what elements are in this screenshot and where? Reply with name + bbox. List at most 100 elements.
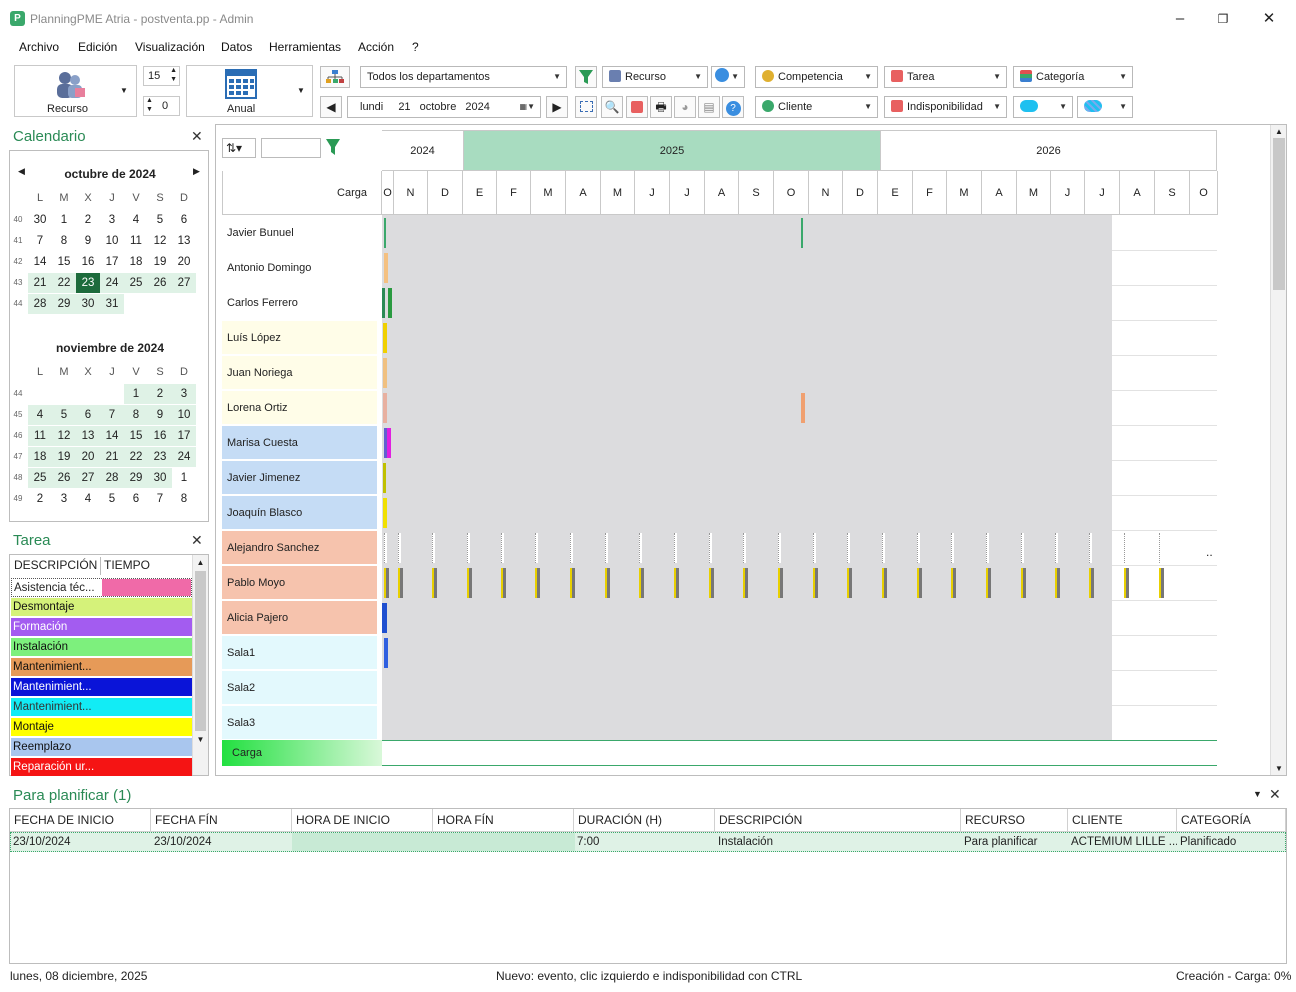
task-bar[interactable] xyxy=(1089,533,1092,563)
annual-view-button[interactable]: Anual ▼ xyxy=(186,65,313,117)
task-bar[interactable] xyxy=(387,428,391,458)
task-bar[interactable] xyxy=(813,533,816,563)
spinner-arrows-icon[interactable]: ▲ ▼ xyxy=(146,96,153,114)
resource-row-label[interactable]: Lorena Ortiz xyxy=(222,391,377,425)
maximize-button[interactable]: ❐ xyxy=(1208,8,1238,30)
menu-visualizacion[interactable]: Visualización xyxy=(135,40,205,54)
task-bar[interactable] xyxy=(813,568,818,598)
calendar-day[interactable]: 2 xyxy=(76,210,100,230)
calendar-day[interactable]: 1 xyxy=(52,210,76,230)
calendar-day[interactable]: 3 xyxy=(100,210,124,230)
task-bar[interactable] xyxy=(1089,568,1094,598)
calendar-day[interactable]: 18 xyxy=(28,447,52,467)
task-bar[interactable] xyxy=(847,533,850,563)
task-bar[interactable] xyxy=(432,568,437,598)
spinner-arrows-icon[interactable]: ▲ ▼ xyxy=(170,66,177,84)
competence-select[interactable]: Competencia ▼ xyxy=(755,66,878,88)
calendar-day[interactable]: 4 xyxy=(76,489,100,509)
calendar-day[interactable]: 1 xyxy=(124,384,148,404)
calendar-day[interactable]: 12 xyxy=(52,426,76,446)
task-bar[interactable] xyxy=(1159,533,1162,563)
table-column-header[interactable]: CATEGORÍA xyxy=(1177,809,1286,831)
task-bar[interactable] xyxy=(639,533,642,563)
calendar-day[interactable]: 19 xyxy=(148,252,172,272)
menu-edicion[interactable]: Edición xyxy=(78,40,117,54)
calendar-day[interactable]: 6 xyxy=(76,405,100,425)
gantt-search-input[interactable] xyxy=(261,138,321,158)
calendar-day[interactable]: 11 xyxy=(124,231,148,251)
zoom-spinner-top[interactable]: 15 ▲ ▼ xyxy=(143,66,180,86)
calendar-day[interactable]: 15 xyxy=(52,252,76,272)
menu-herramientas[interactable]: Herramientas xyxy=(269,40,341,54)
calendar-day[interactable]: 7 xyxy=(100,405,124,425)
calendar-day[interactable]: 20 xyxy=(172,252,196,272)
table-column-header[interactable]: DESCRIPCIÓN xyxy=(715,809,961,831)
calendar-day[interactable]: 26 xyxy=(148,273,172,293)
table-column-header[interactable]: FECHA DE INICIO xyxy=(10,809,151,831)
calendar-add-icon[interactable] xyxy=(626,96,648,118)
table-column-header[interactable]: FECHA FÍN xyxy=(151,809,292,831)
task-bar[interactable] xyxy=(986,568,991,598)
calendar-day[interactable]: 13 xyxy=(76,426,100,446)
close-calendar-panel-icon[interactable]: ✕ xyxy=(191,128,203,145)
task-bar[interactable] xyxy=(384,568,389,598)
resource-row-label[interactable]: Luís López xyxy=(222,321,377,355)
task-bar[interactable] xyxy=(382,603,387,633)
minimize-button[interactable]: – xyxy=(1165,8,1195,30)
task-bar[interactable] xyxy=(383,393,387,423)
resource-row-label[interactable]: Alicia Pajero xyxy=(222,601,377,635)
list-item[interactable]: Formación xyxy=(11,618,192,637)
task-bar[interactable] xyxy=(382,288,385,318)
task-bar[interactable] xyxy=(501,568,506,598)
resource-view-button[interactable]: Recurso ▼ xyxy=(14,65,137,117)
list-item[interactable]: Asistencia téc... xyxy=(11,578,192,597)
help-icon[interactable]: ? xyxy=(722,96,744,118)
task-bar[interactable] xyxy=(801,218,803,248)
resource-row-label[interactable]: Alejandro Sanchez xyxy=(222,531,377,565)
list-item[interactable]: Mantenimient... xyxy=(11,678,192,697)
list-item[interactable]: Mantenimient... xyxy=(11,698,192,717)
list-item[interactable]: Reemplazo xyxy=(11,738,192,757)
resource-filter-select[interactable]: Recurso ▼ xyxy=(602,66,708,88)
calendar-day[interactable]: 23 xyxy=(76,273,100,293)
task-bar[interactable] xyxy=(778,568,783,598)
close-window-button[interactable]: ✕ xyxy=(1254,8,1284,30)
list-item[interactable]: Instalación xyxy=(11,638,192,657)
task-bar[interactable] xyxy=(535,568,540,598)
table-column-header[interactable]: CLIENTE xyxy=(1068,809,1177,831)
task-bar[interactable] xyxy=(743,568,748,598)
calendar-day[interactable]: 24 xyxy=(100,273,124,293)
print-icon[interactable]: 🖶 xyxy=(650,96,672,118)
task-bar[interactable] xyxy=(951,533,954,563)
task-bar[interactable] xyxy=(432,533,435,563)
unavailability-select[interactable]: Indisponibilidad ▼ xyxy=(884,96,1007,118)
task-bar[interactable] xyxy=(1124,568,1129,598)
calendar-day[interactable]: 23 xyxy=(148,447,172,467)
task-bar[interactable] xyxy=(674,533,677,563)
calendar-day[interactable]: 27 xyxy=(76,468,100,488)
resource-row-label[interactable]: Javier Bunuel xyxy=(222,216,377,250)
calendar-day[interactable]: 15 xyxy=(124,426,148,446)
calendar-day[interactable]: 28 xyxy=(28,294,52,314)
excel-export-icon[interactable]: ▤ xyxy=(698,96,720,118)
task-bar[interactable] xyxy=(917,533,920,563)
calendar-day[interactable]: 6 xyxy=(172,210,196,230)
calendar-day[interactable]: 14 xyxy=(100,426,124,446)
calendar-day[interactable]: 8 xyxy=(124,405,148,425)
task-bar[interactable] xyxy=(847,568,852,598)
task-bar[interactable] xyxy=(383,463,386,493)
toggle-select-1[interactable]: ▼ xyxy=(1013,96,1073,118)
list-item[interactable]: Mantenimient... xyxy=(11,658,192,677)
list-item[interactable]: Reparación ur... xyxy=(11,758,192,777)
pie-chart-icon[interactable]: ◕ xyxy=(674,96,696,118)
hierarchy-icon[interactable] xyxy=(320,66,350,88)
task-bar[interactable] xyxy=(605,533,608,563)
calendar-day[interactable]: 17 xyxy=(172,426,196,446)
table-column-header[interactable]: HORA DE INICIO xyxy=(292,809,433,831)
calendar-day[interactable]: 5 xyxy=(148,210,172,230)
department-select[interactable]: Todos los departamentos ▼ xyxy=(360,66,567,88)
resource-row-label[interactable]: Juan Noriega xyxy=(222,356,377,390)
calendar-day[interactable]: 18 xyxy=(124,252,148,272)
calendar-day[interactable]: 16 xyxy=(148,426,172,446)
task-bar[interactable] xyxy=(743,533,746,563)
